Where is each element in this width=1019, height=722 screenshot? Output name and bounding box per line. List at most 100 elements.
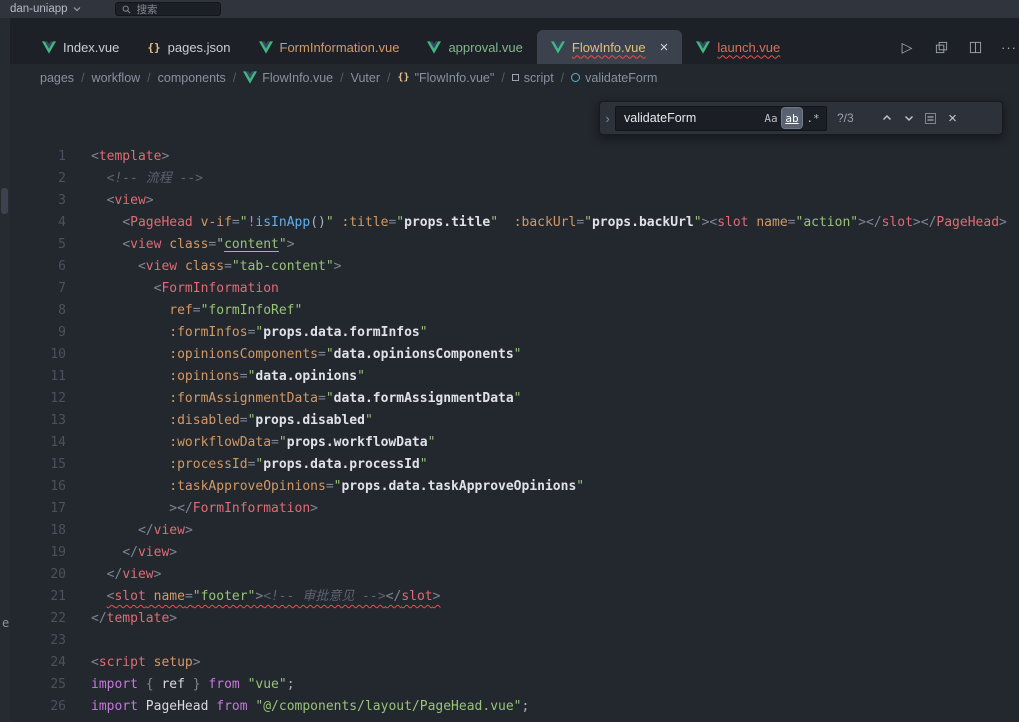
- code-line-text: <template>: [91, 146, 169, 168]
- line-number: 15: [10, 454, 66, 476]
- code-line-text: ></FormInformation>: [91, 498, 318, 520]
- breadcrumb-item-script[interactable]: script: [512, 71, 554, 85]
- code-line: 5 <view class="content">: [10, 234, 1019, 256]
- sidebar-scrollbar-thumb[interactable]: [1, 188, 8, 214]
- find-widget: › validateForm Aaab.* ?/3 ×: [599, 101, 1003, 135]
- line-number: 22: [10, 608, 66, 630]
- tab-pages.json[interactable]: {}pages.json: [133, 30, 244, 64]
- more-actions-button[interactable]: ···: [999, 36, 1019, 58]
- workspace-name: dan-uniapp: [10, 3, 68, 15]
- line-number: 21: [10, 586, 66, 608]
- line-number: 24: [10, 652, 66, 674]
- code-line-text: :workflowData="props.workflowData": [91, 432, 435, 454]
- chevron-down-icon: [903, 112, 915, 124]
- breadcrumb-item-components[interactable]: components: [158, 71, 226, 85]
- tab-bar: Index.vue{}pages.jsonFormInformation.vue…: [10, 18, 1019, 64]
- code-line: 20 </view>: [10, 564, 1019, 586]
- code-line-text: :opinions="data.opinions": [91, 366, 365, 388]
- line-number: 11: [10, 366, 66, 388]
- line-number: 6: [10, 256, 66, 278]
- code-line: 3 <view>: [10, 190, 1019, 212]
- tab-FlowInfo.vue[interactable]: FlowInfo.vue×: [537, 30, 682, 64]
- tab-approval.vue[interactable]: approval.vue: [413, 30, 536, 64]
- code-line-text: </view>: [91, 520, 193, 542]
- code-line: 8 ref="formInfoRef": [10, 300, 1019, 322]
- breadcrumb-separator: /: [561, 71, 564, 85]
- code-line-text: </view>: [91, 564, 161, 586]
- editor[interactable]: › validateForm Aaab.* ?/3 ×: [10, 91, 1019, 722]
- breadcrumb-separator: /: [387, 71, 390, 85]
- regex-toggle[interactable]: .*: [803, 108, 823, 128]
- code-line-text: :opinionsComponents="data.opinionsCompon…: [91, 344, 522, 366]
- code-line: 12 :formAssignmentData="data.formAssignm…: [10, 388, 1019, 410]
- breadcrumb-item-Vuter[interactable]: Vuter: [351, 71, 380, 85]
- breadcrumb-separator: /: [501, 71, 504, 85]
- code-line-text: </view>: [91, 542, 177, 564]
- workbench-body: e Index.vue{}pages.jsonFormInformation.v…: [0, 18, 1019, 722]
- vscode-window: dan-uniapp 搜索 e Index.vue{}pages.jsonFor…: [0, 0, 1019, 722]
- code-line-text: <FormInformation: [91, 278, 279, 300]
- code-line-text: <slot name="footer"><!-- 审批意见 --></slot>: [91, 586, 440, 608]
- run-button[interactable]: ▷: [897, 36, 917, 58]
- vue-file-icon: [259, 41, 273, 54]
- code-area[interactable]: 1<template>2 <!-- 流程 -->3 <view>4 <PageH…: [10, 91, 1019, 718]
- module-icon: [512, 74, 519, 81]
- workspace-menu[interactable]: dan-uniapp: [10, 3, 81, 15]
- breadcrumbs: pages / workflow / components / FlowInfo.vue / V…: [10, 64, 1019, 91]
- tab-launch.vue[interactable]: launch.vue: [682, 30, 794, 64]
- line-number: 2: [10, 168, 66, 190]
- braces-icon: {}: [398, 72, 410, 83]
- code-line-text: <view>: [91, 190, 154, 212]
- breadcrumb-separator: /: [340, 71, 343, 85]
- line-number: 17: [10, 498, 66, 520]
- code-line-text: :formAssignmentData="data.formAssignment…: [91, 388, 522, 410]
- code-line-text: import { ref } from "vue";: [91, 674, 295, 696]
- tab-label: launch.vue: [717, 40, 780, 55]
- code-line: 1<template>: [10, 146, 1019, 168]
- code-line-text: :processId="props.data.processId": [91, 454, 428, 476]
- code-line: 16 :taskApproveOpinions="props.data.task…: [10, 476, 1019, 498]
- search-placeholder: 搜索: [137, 2, 158, 17]
- code-line-text: <view class="content">: [91, 234, 295, 256]
- tab-Index.vue[interactable]: Index.vue: [28, 30, 133, 64]
- code-line: 26import PageHead from "@/components/lay…: [10, 696, 1019, 718]
- vue-file-icon: [551, 41, 565, 54]
- next-match-button[interactable]: [898, 107, 919, 129]
- code-line-text: <PageHead v-if="!isInApp()" :title="prop…: [91, 212, 1007, 234]
- breadcrumb-separator: /: [81, 71, 84, 85]
- line-number: 7: [10, 278, 66, 300]
- code-line: 24<script setup>: [10, 652, 1019, 674]
- close-find-button[interactable]: ×: [942, 107, 963, 129]
- line-number: 9: [10, 322, 66, 344]
- tab-FormInformation.vue[interactable]: FormInformation.vue: [245, 30, 414, 64]
- json-file-icon: {}: [147, 41, 160, 54]
- breadcrumb-separator: /: [147, 71, 150, 85]
- close-tab-icon[interactable]: ×: [660, 40, 669, 55]
- open-changes-button[interactable]: [931, 36, 951, 58]
- match-case-toggle[interactable]: Aa: [761, 108, 781, 128]
- whole-word-toggle[interactable]: ab: [782, 108, 802, 128]
- breadcrumb-item-workflow[interactable]: workflow: [92, 71, 141, 85]
- breadcrumb-item-validateForm[interactable]: validateForm: [571, 71, 657, 85]
- chevron-down-icon: [73, 6, 81, 12]
- toggle-replace-button[interactable]: ›: [600, 102, 615, 134]
- line-number: 12: [10, 388, 66, 410]
- code-line: 21 <slot name="footer"><!-- 审批意见 --></sl…: [10, 586, 1019, 608]
- breadcrumb-item-FlowInfo.vue[interactable]: FlowInfo.vue: [243, 71, 333, 85]
- vue-file-icon: [427, 41, 441, 54]
- chevron-up-icon: [881, 112, 893, 124]
- previous-match-button[interactable]: [876, 107, 897, 129]
- breadcrumb-item-FlowInfo.vue[interactable]: {}"FlowInfo.vue": [398, 71, 495, 85]
- code-line: 2 <!-- 流程 -->: [10, 168, 1019, 190]
- code-line: 17 ></FormInformation>: [10, 498, 1019, 520]
- breadcrumb-item-pages[interactable]: pages: [40, 71, 74, 85]
- editor-actions: ▷ ···: [897, 30, 1019, 64]
- code-line: 7 <FormInformation: [10, 278, 1019, 300]
- find-input[interactable]: validateForm Aaab.*: [615, 106, 827, 131]
- command-center-search[interactable]: 搜索: [115, 2, 221, 16]
- split-editor-button[interactable]: [965, 36, 985, 58]
- find-in-selection-button[interactable]: [920, 107, 941, 129]
- code-line: 15 :processId="props.data.processId": [10, 454, 1019, 476]
- method-icon: [571, 73, 580, 82]
- line-number: 26: [10, 696, 66, 718]
